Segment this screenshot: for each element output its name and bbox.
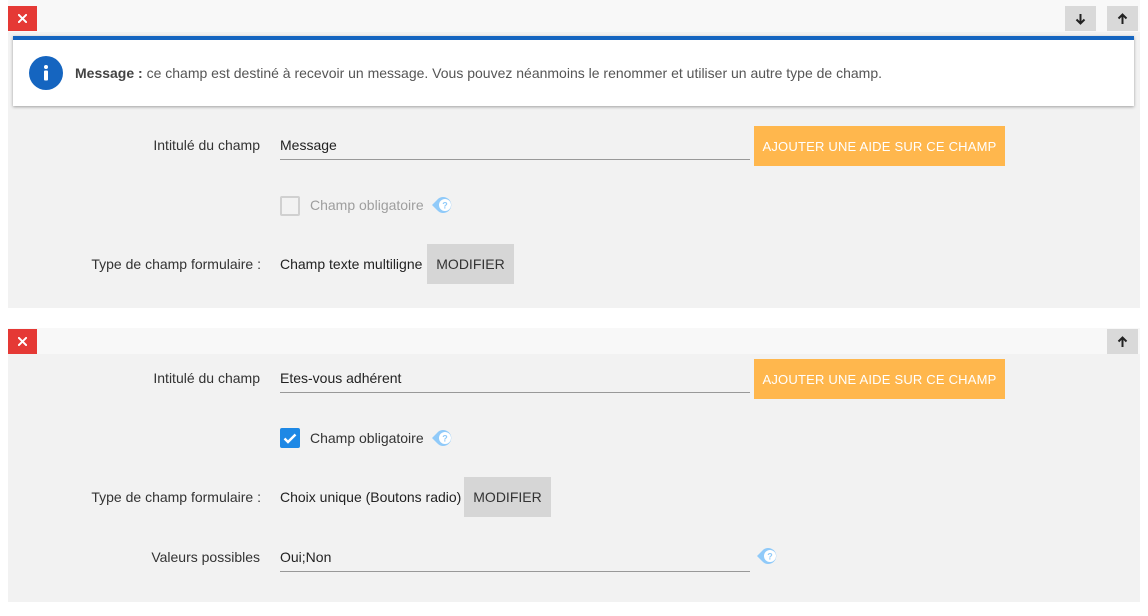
info-message-box: Message : ce champ est destiné à recevoi…: [13, 36, 1134, 106]
svg-text:?: ?: [442, 201, 448, 211]
possible-values-label: Valeurs possibles: [151, 549, 260, 565]
field-title-input[interactable]: Etes-vous adhérent: [280, 363, 750, 393]
help-question-icon[interactable]: ?: [756, 545, 782, 567]
svg-text:?: ?: [767, 552, 773, 562]
delete-field-button[interactable]: [8, 329, 37, 354]
field-type-value: Champ texte multiligne: [280, 256, 423, 272]
move-up-button[interactable]: [1107, 329, 1138, 354]
required-checkbox[interactable]: [280, 428, 300, 448]
required-label: Champ obligatoire: [310, 430, 424, 446]
help-question-icon[interactable]: ?: [431, 194, 457, 216]
move-up-button[interactable]: [1107, 6, 1138, 31]
field-block-message: Message : ce champ est destiné à recevoi…: [0, 0, 1148, 310]
arrow-up-icon: [1117, 335, 1128, 347]
field-type-value: Choix unique (Boutons radio): [280, 489, 462, 505]
field-block-member: Intitulé du champ Etes-vous adhérent AJO…: [0, 328, 1148, 608]
move-down-button[interactable]: [1065, 6, 1096, 31]
arrow-up-icon: [1117, 12, 1128, 24]
info-title: Message :: [75, 65, 143, 81]
field-type-label: Type de champ formulaire :: [91, 256, 261, 272]
close-icon: [18, 337, 27, 346]
field-title-label: Intitulé du champ: [153, 370, 260, 386]
possible-values-input[interactable]: Oui;Non: [280, 542, 750, 572]
field-type-label: Type de champ formulaire :: [91, 489, 261, 505]
add-help-button[interactable]: AJOUTER UNE AIDE SUR CE CHAMP: [754, 359, 1005, 399]
info-body: ce champ est destiné à recevoir un messa…: [146, 65, 882, 81]
info-icon: [29, 56, 63, 90]
delete-field-button[interactable]: [8, 6, 37, 31]
required-label: Champ obligatoire: [310, 197, 424, 213]
arrow-down-icon: [1075, 13, 1086, 25]
close-icon: [18, 14, 27, 23]
field-title-input[interactable]: Message: [280, 130, 750, 160]
modify-type-button[interactable]: MODIFIER: [464, 477, 551, 517]
add-help-button[interactable]: AJOUTER UNE AIDE SUR CE CHAMP: [754, 126, 1005, 166]
svg-text:?: ?: [442, 434, 448, 444]
help-question-icon[interactable]: ?: [431, 427, 457, 449]
modify-type-button[interactable]: MODIFIER: [427, 244, 514, 284]
field-title-label: Intitulé du champ: [153, 137, 260, 153]
required-checkbox[interactable]: [280, 196, 300, 216]
checkmark-icon: [283, 433, 297, 444]
info-text: Message : ce champ est destiné à recevoi…: [75, 65, 882, 81]
